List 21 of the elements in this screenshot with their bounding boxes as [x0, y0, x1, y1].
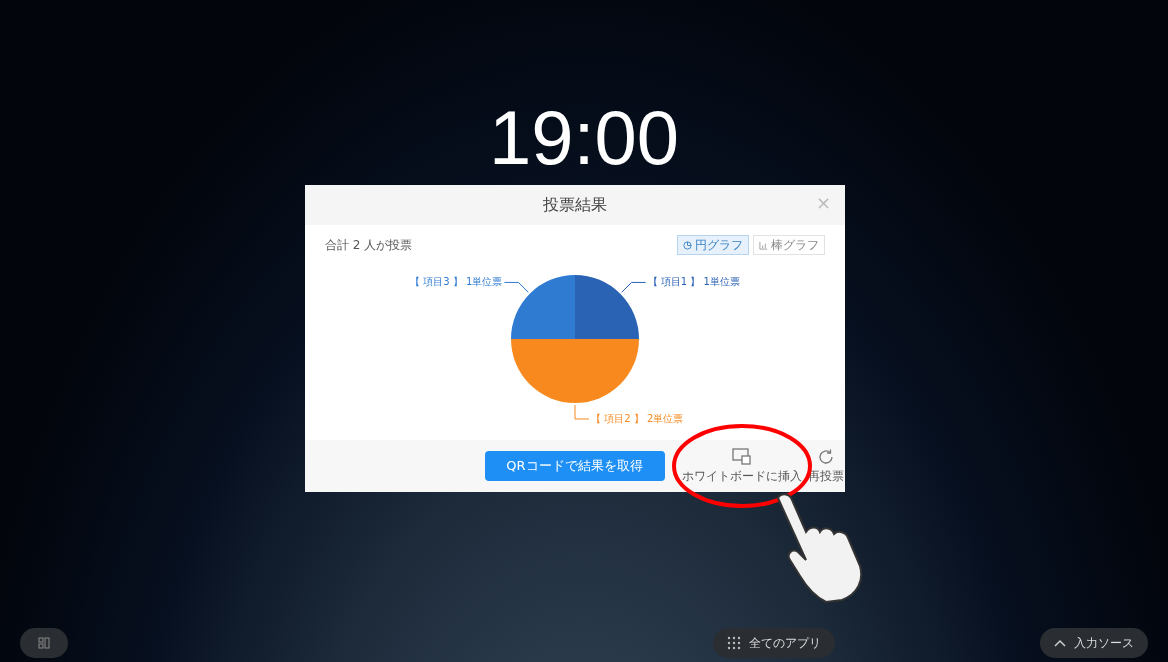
leader-line [503, 281, 529, 293]
action-button[interactable]: 再投票 [808, 447, 844, 485]
screen-insert-icon [732, 447, 752, 466]
refresh-icon [817, 447, 835, 466]
grid-icon [38, 637, 50, 649]
slice-label: 【 項目3 】 1単位票 [410, 276, 503, 288]
slice-label: 【 項目1 】 1単位票 [647, 276, 740, 288]
chart-type-tab[interactable]: 円グラフ [677, 235, 749, 255]
vote-total-text: 合計 2 人が投票 [325, 237, 413, 254]
leader-line [621, 281, 647, 293]
slice-label: 【 項目2 】 2単位票 [591, 413, 684, 424]
dialog-title: 投票結果 [543, 194, 607, 216]
chart-type-tab[interactable]: 棒グラフ [753, 235, 825, 255]
leader-line [574, 404, 590, 420]
all-apps-button[interactable]: 全てのアプリ [713, 628, 835, 658]
bar-chart-icon [759, 240, 768, 250]
chevron-up-icon [1054, 639, 1066, 647]
dots-grid-icon [727, 636, 741, 650]
pie-chart-icon [683, 240, 692, 250]
clock-time: 19:00 [488, 100, 680, 176]
input-source-button[interactable]: 入力ソース [1040, 628, 1148, 658]
